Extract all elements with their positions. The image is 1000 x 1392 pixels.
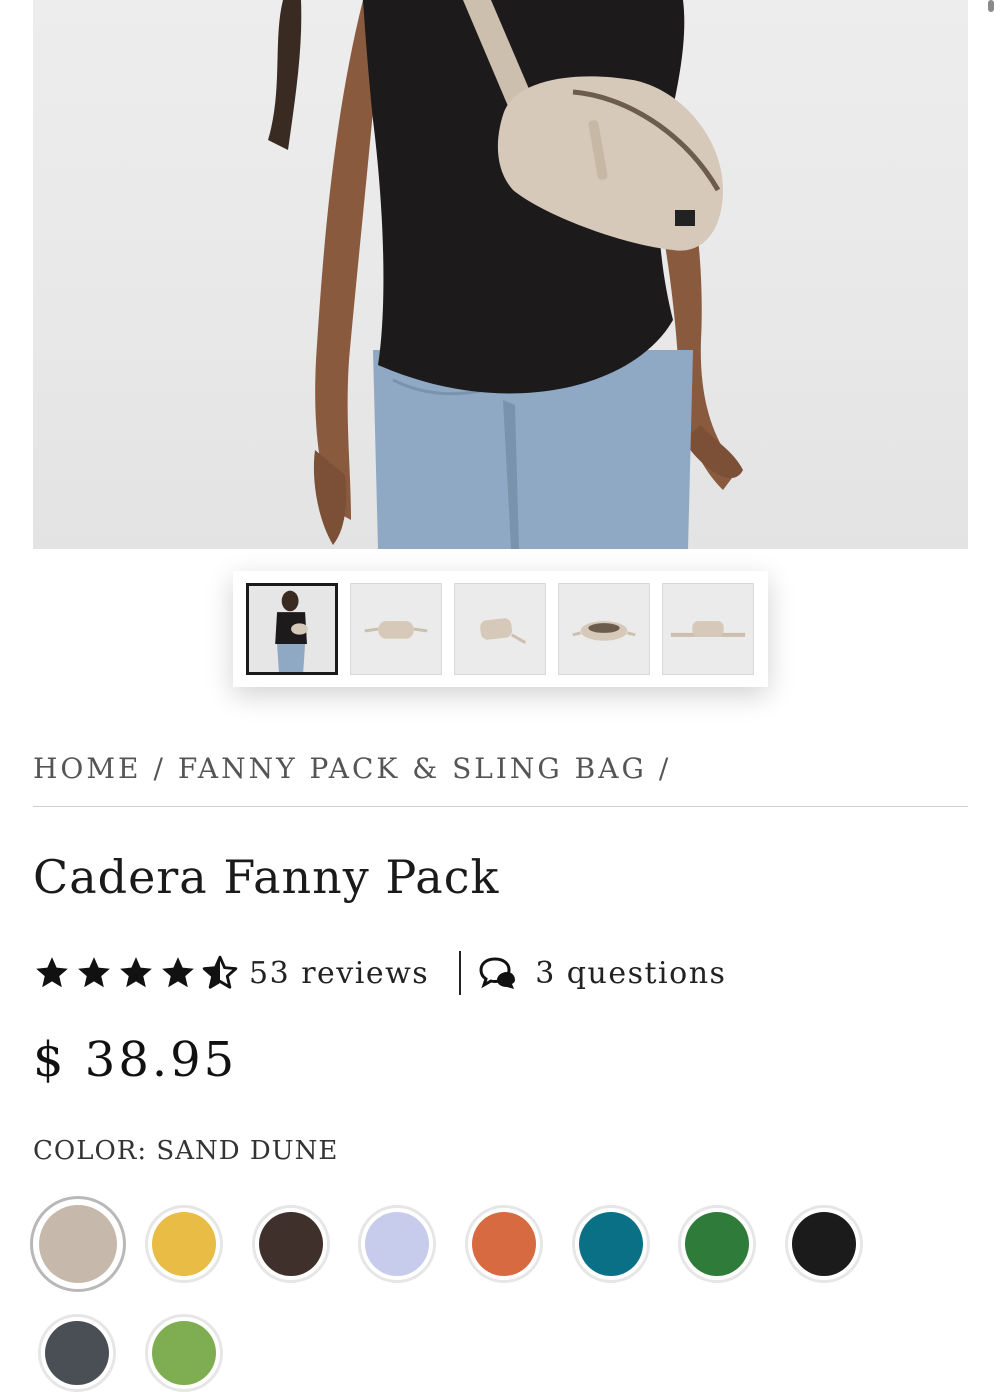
color-swatch-forest-green[interactable] bbox=[678, 1205, 756, 1283]
color-swatch-burnt-orange[interactable] bbox=[465, 1205, 543, 1283]
color-label: COLOR: SAND DUNE bbox=[33, 1136, 339, 1166]
swatch-color-fill bbox=[45, 1321, 109, 1385]
thumbnail-pack-front-view[interactable] bbox=[350, 583, 442, 675]
star-full-icon bbox=[120, 957, 152, 988]
star-full-icon bbox=[78, 957, 110, 988]
star-half-icon bbox=[202, 955, 238, 989]
color-swatch-mustard[interactable] bbox=[145, 1205, 223, 1283]
swatch-color-fill bbox=[472, 1212, 536, 1276]
star-rating[interactable] bbox=[33, 954, 239, 992]
swatch-color-fill bbox=[579, 1212, 643, 1276]
scrollbar-thumb[interactable] bbox=[988, 0, 994, 12]
color-swatch-lavender[interactable] bbox=[358, 1205, 436, 1283]
breadcrumb-separator: / bbox=[153, 752, 166, 785]
star-full-icon bbox=[162, 957, 194, 988]
hero-product-image[interactable] bbox=[33, 0, 968, 549]
breadcrumb-home[interactable]: HOME bbox=[33, 752, 141, 785]
thumbnail-pack-flat-strap-view[interactable] bbox=[662, 583, 754, 675]
star-full-icon bbox=[36, 957, 68, 988]
swatch-color-fill bbox=[365, 1212, 429, 1276]
breadcrumb: HOME / FANNY PACK & SLING BAG / bbox=[33, 752, 968, 794]
rating-divider bbox=[459, 951, 462, 995]
swatch-color-fill bbox=[152, 1212, 216, 1276]
swatch-color-fill bbox=[685, 1212, 749, 1276]
chat-bubbles-icon bbox=[479, 957, 516, 989]
color-swatch-sand-dune[interactable] bbox=[30, 1196, 126, 1292]
thumbnail-pack-angled-view[interactable] bbox=[454, 583, 546, 675]
color-swatch-sage-green[interactable] bbox=[145, 1314, 223, 1392]
thumbnail-pack-open-view[interactable] bbox=[558, 583, 650, 675]
breadcrumb-category[interactable]: FANNY PACK & SLING BAG bbox=[178, 752, 647, 785]
questions-label: 3 questions bbox=[535, 955, 727, 991]
questions-link[interactable]: 3 questions bbox=[479, 956, 726, 991]
color-swatch-dark-brown[interactable] bbox=[252, 1205, 330, 1283]
rating-row: 53 reviews 3 questions bbox=[33, 948, 726, 998]
color-swatch-teal[interactable] bbox=[572, 1205, 650, 1283]
swatch-color-fill bbox=[259, 1212, 323, 1276]
divider-line bbox=[33, 806, 968, 807]
breadcrumb-separator: / bbox=[658, 752, 672, 785]
color-swatch-charcoal[interactable] bbox=[38, 1314, 116, 1392]
thumbnail-strip bbox=[233, 571, 768, 687]
color-swatch-black[interactable] bbox=[785, 1205, 863, 1283]
reviews-link[interactable]: 53 reviews bbox=[249, 956, 429, 991]
product-title: Cadera Fanny Pack bbox=[33, 850, 500, 904]
swatch-color-fill bbox=[152, 1321, 216, 1385]
thumbnail-model-wearing-pack[interactable] bbox=[246, 583, 338, 675]
swatch-color-fill bbox=[792, 1212, 856, 1276]
product-price: $ 38.95 bbox=[33, 1032, 238, 1088]
swatch-color-fill bbox=[39, 1205, 117, 1283]
